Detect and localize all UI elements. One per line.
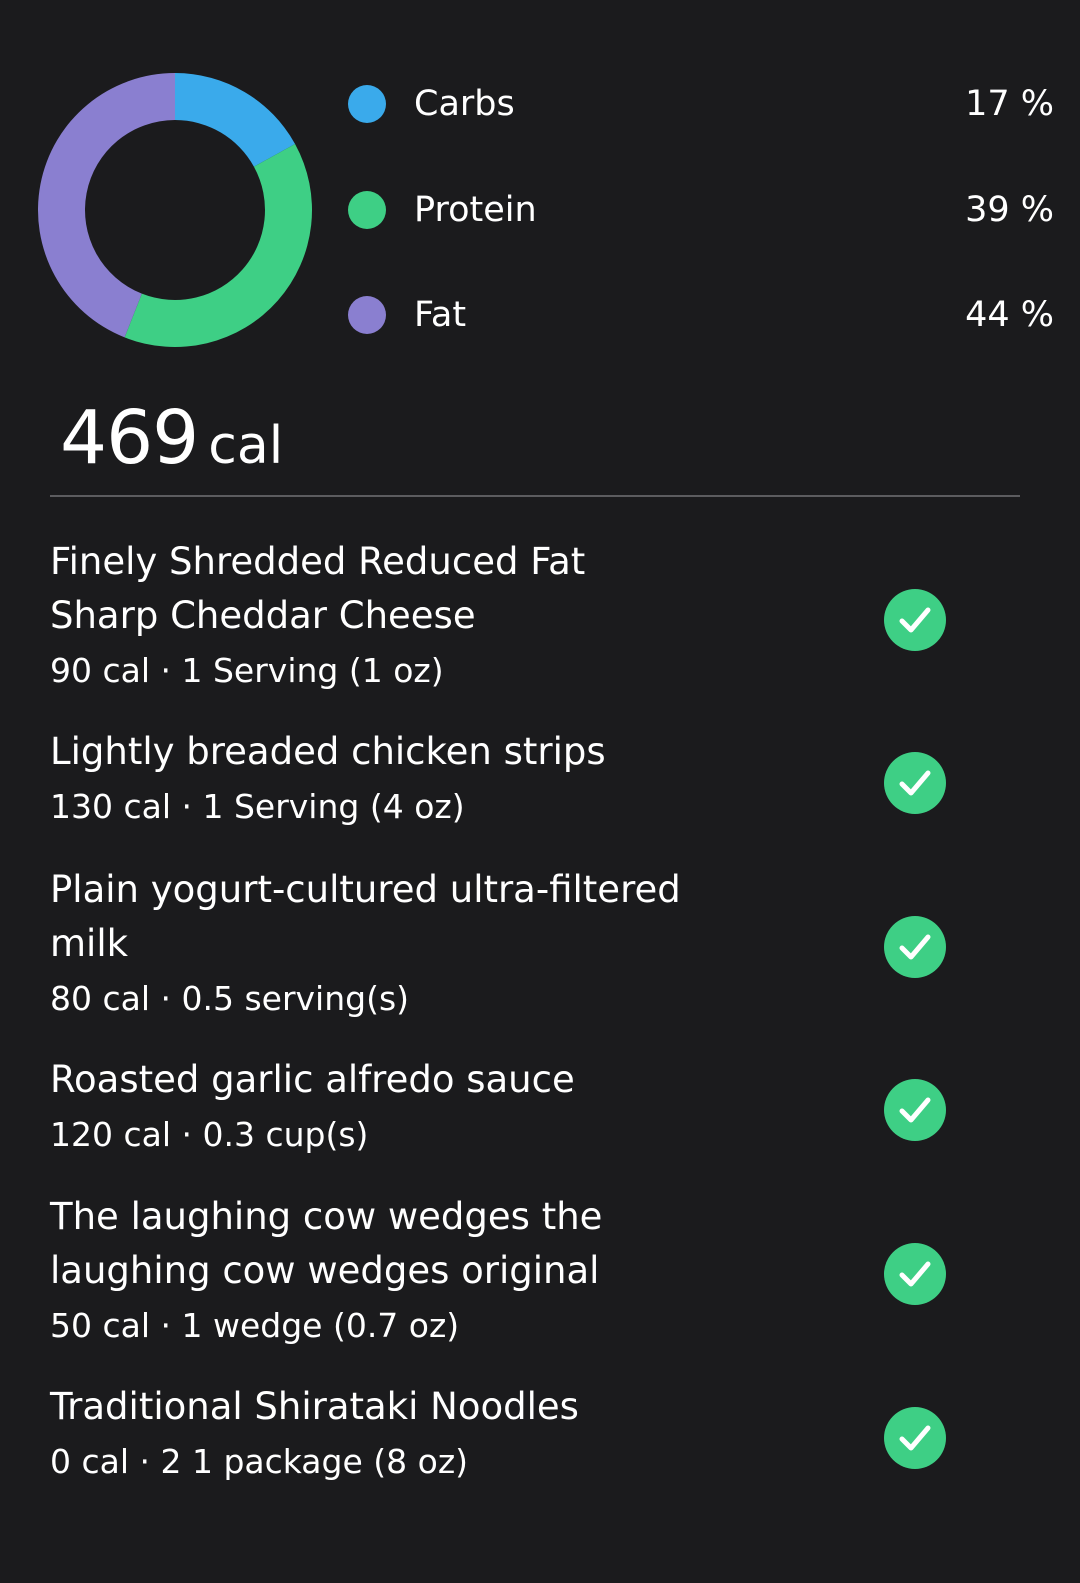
check-circle-icon[interactable] [884,752,946,814]
legend-item-fat: Fat 44 % [348,285,1054,345]
donut-segment-protein [124,143,312,347]
check-circle-icon[interactable] [884,1243,946,1305]
legend-item-protein: Protein 39 % [348,180,1054,240]
food-name: The laughing cow wedges the laughing cow… [50,1195,603,1292]
food-name: Traditional Shirataki Noodles [50,1385,579,1428]
legend-label: Carbs [414,84,515,124]
protein-dot-icon [348,191,386,229]
check-circle-icon[interactable] [884,916,946,978]
donut-segment-carbs [175,73,296,167]
food-detail: 90 cal · 1 Serving (1 oz) [50,651,444,690]
food-name: Plain yogurt-cultured ultra-filtered mil… [50,868,681,965]
food-name: Finely Shredded Reduced Fat Sharp Chedda… [50,540,586,637]
legend-percent: 39 % [965,190,1054,230]
check-circle-icon[interactable] [884,1079,946,1141]
total-calories: 469 cal [60,395,283,485]
legend-label: Protein [414,190,537,230]
food-detail: 80 cal · 0.5 serving(s) [50,979,410,1018]
macro-donut-chart [38,73,312,347]
food-name: Lightly breaded chicken strips [50,730,606,773]
total-calories-value: 469 [60,395,199,481]
legend-label: Fat [414,295,467,335]
carbs-dot-icon [348,85,386,123]
food-detail: 50 cal · 1 wedge (0.7 oz) [50,1306,460,1345]
check-circle-icon[interactable] [884,1407,946,1469]
divider [50,495,1020,497]
legend-item-carbs: Carbs 17 % [348,74,1054,134]
total-calories-unit: cal [208,416,284,476]
food-name: Roasted garlic alfredo sauce [50,1058,575,1101]
legend-percent: 44 % [965,295,1054,335]
fat-dot-icon [348,296,386,334]
legend-percent: 17 % [965,84,1054,124]
check-circle-icon[interactable] [884,589,946,651]
